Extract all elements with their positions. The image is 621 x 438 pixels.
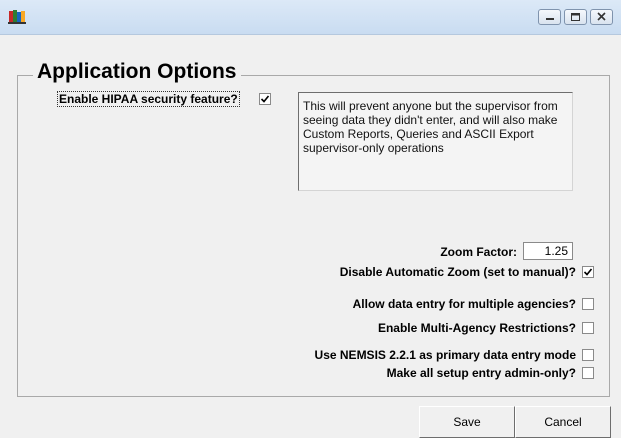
- hipaa-checkbox[interactable]: [259, 93, 271, 105]
- save-button[interactable]: Save: [419, 406, 515, 438]
- hipaa-label[interactable]: Enable HIPAA security feature?: [57, 91, 240, 107]
- cancel-button[interactable]: Cancel: [515, 406, 611, 438]
- zoom-factor-input[interactable]: [523, 242, 573, 260]
- disable-auto-zoom-label: Disable Automatic Zoom (set to manual)?: [339, 265, 576, 279]
- hipaa-option: Enable HIPAA security feature?: [57, 91, 240, 107]
- maximize-button[interactable]: [564, 9, 587, 25]
- close-icon: [597, 12, 606, 21]
- app-books-icon: [8, 9, 26, 24]
- multi-agency-entry-checkbox[interactable]: [582, 298, 594, 310]
- close-button[interactable]: [590, 9, 613, 25]
- minimize-button[interactable]: [538, 9, 561, 25]
- multi-agency-restrictions-checkbox[interactable]: [582, 322, 594, 334]
- multi-agency-restrictions-label: Enable Multi-Agency Restrictions?: [377, 321, 576, 335]
- setup-admin-only-label: Make all setup entry admin-only?: [386, 366, 576, 380]
- multi-agency-entry-label: Allow data entry for multiple agencies?: [352, 297, 576, 311]
- zoom-factor-label: Zoom Factor:: [440, 245, 517, 259]
- nemsis-primary-checkbox[interactable]: [582, 349, 594, 361]
- minimize-icon: [546, 18, 554, 20]
- disable-auto-zoom-checkbox[interactable]: [582, 266, 594, 278]
- setup-admin-only-checkbox[interactable]: [582, 367, 594, 379]
- check-icon: [583, 268, 593, 276]
- maximize-icon: [571, 13, 580, 21]
- hipaa-info-text: This will prevent anyone but the supervi…: [298, 92, 573, 191]
- nemsis-primary-label: Use NEMSIS 2.2.1 as primary data entry m…: [314, 348, 576, 362]
- title-bar: [0, 0, 621, 35]
- check-icon: [260, 95, 270, 103]
- group-title: Application Options: [33, 58, 241, 86]
